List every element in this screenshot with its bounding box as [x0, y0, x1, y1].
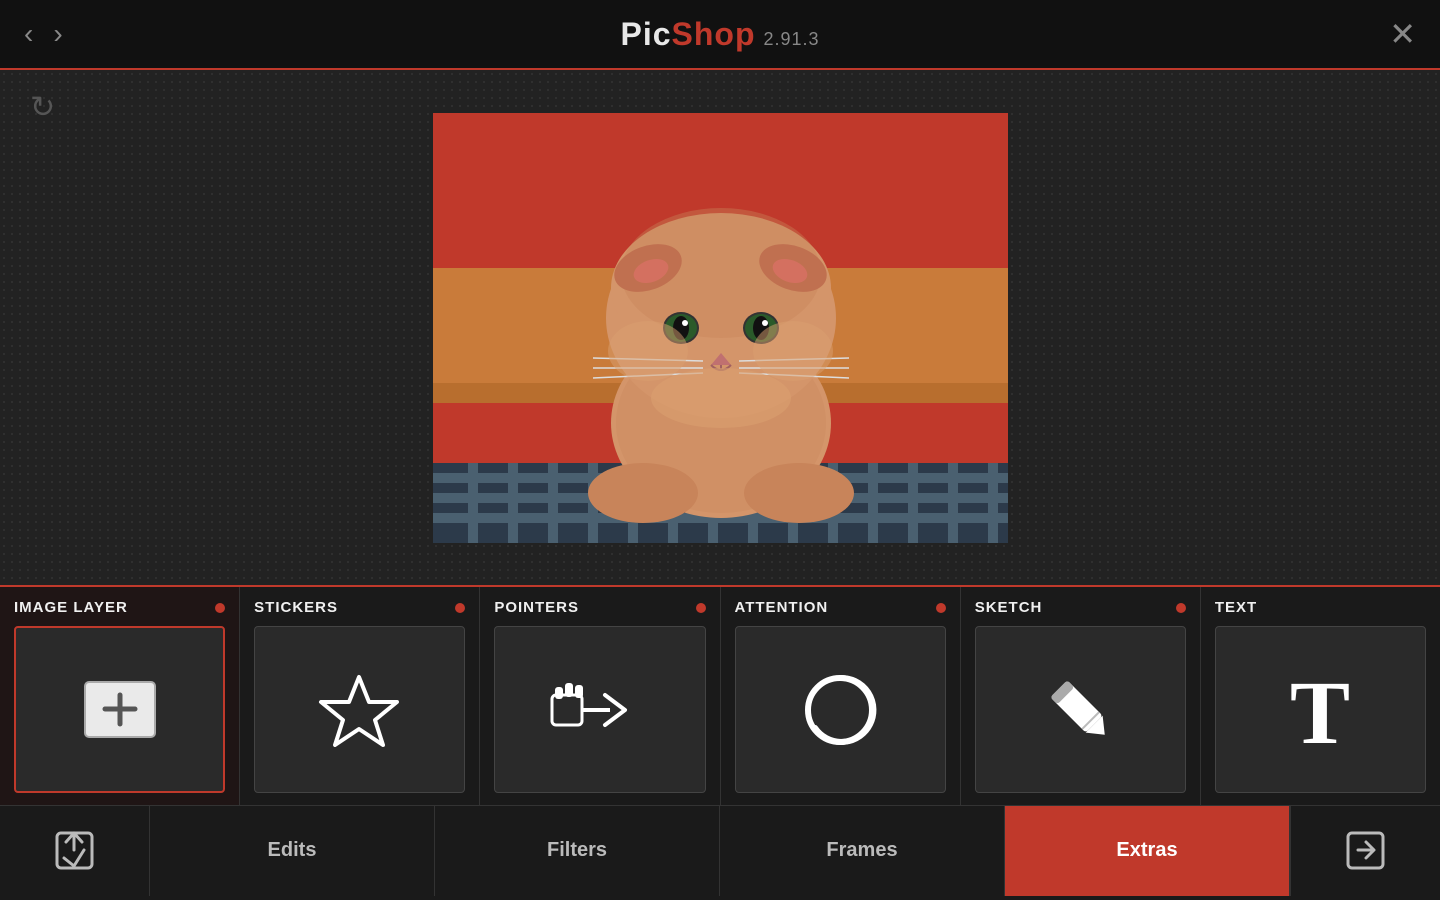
text-t-icon: T	[1280, 665, 1360, 755]
tab-extras[interactable]: Extras	[1005, 806, 1290, 896]
tool-sketch[interactable]: SKETCH	[961, 587, 1201, 805]
tool-strip: IMAGE LAYER STICKERS POINTERS	[0, 585, 1440, 805]
tool-sketch-icon-box[interactable]	[975, 626, 1186, 793]
nav-arrows: ‹ ›	[24, 18, 63, 50]
star-icon	[317, 672, 402, 747]
tool-pointers-label: POINTERS	[494, 599, 579, 616]
tool-image-layer-label: IMAGE LAYER	[14, 599, 128, 616]
tab-bar: Edits Filters Frames Extras	[0, 805, 1440, 895]
tool-stickers-dot	[455, 603, 465, 613]
tool-sketch-dot	[1176, 603, 1186, 613]
tool-attention-label: ATTENTION	[735, 599, 829, 616]
tool-sketch-label: SKETCH	[975, 599, 1043, 616]
title-shop: Shop	[672, 16, 756, 52]
pencil-icon	[1040, 670, 1120, 750]
close-button[interactable]: ✕	[1389, 15, 1416, 53]
tool-image-layer-dot	[215, 603, 225, 613]
export-icon	[1343, 828, 1388, 873]
tool-image-layer[interactable]: IMAGE LAYER	[0, 587, 240, 805]
app-header: ‹ › PicShop 2.91.3 ✕	[0, 0, 1440, 70]
cat-illustration	[433, 113, 1008, 543]
tab-filters[interactable]: Filters	[435, 806, 720, 896]
tool-text[interactable]: TEXT T	[1201, 587, 1440, 805]
app-title: PicShop 2.91.3	[620, 16, 819, 53]
tool-text-label: TEXT	[1215, 599, 1257, 616]
tool-attention-icon-box[interactable]	[735, 626, 946, 793]
canvas-area: ↻	[0, 70, 1440, 585]
tab-frames[interactable]: Frames	[720, 806, 1005, 896]
add-image-icon	[80, 677, 160, 742]
tool-attention-dot	[936, 603, 946, 613]
tool-stickers[interactable]: STICKERS	[240, 587, 480, 805]
tool-pointers-dot	[696, 603, 706, 613]
save-button[interactable]	[0, 806, 150, 896]
refresh-icon[interactable]: ↻	[30, 90, 55, 125]
tool-pointers[interactable]: POINTERS	[480, 587, 720, 805]
save-icon	[52, 828, 97, 873]
tool-stickers-label: STICKERS	[254, 599, 338, 616]
back-button[interactable]: ‹	[24, 18, 33, 50]
tool-text-icon-box[interactable]: T	[1215, 626, 1426, 793]
tool-image-layer-icon-box[interactable]	[14, 626, 225, 793]
pointer-icon	[550, 675, 650, 745]
image-preview	[433, 113, 1008, 543]
export-button[interactable]	[1290, 806, 1440, 896]
tool-stickers-icon-box[interactable]	[254, 626, 465, 793]
tool-attention[interactable]: ATTENTION	[721, 587, 961, 805]
svg-text:T: T	[1290, 665, 1350, 755]
tab-edits[interactable]: Edits	[150, 806, 435, 896]
circle-attention-icon	[800, 670, 880, 750]
app-version: 2.91.3	[763, 29, 819, 49]
tool-pointers-icon-box[interactable]	[494, 626, 705, 793]
forward-button[interactable]: ›	[53, 18, 62, 50]
title-pic: Pic	[620, 16, 671, 52]
